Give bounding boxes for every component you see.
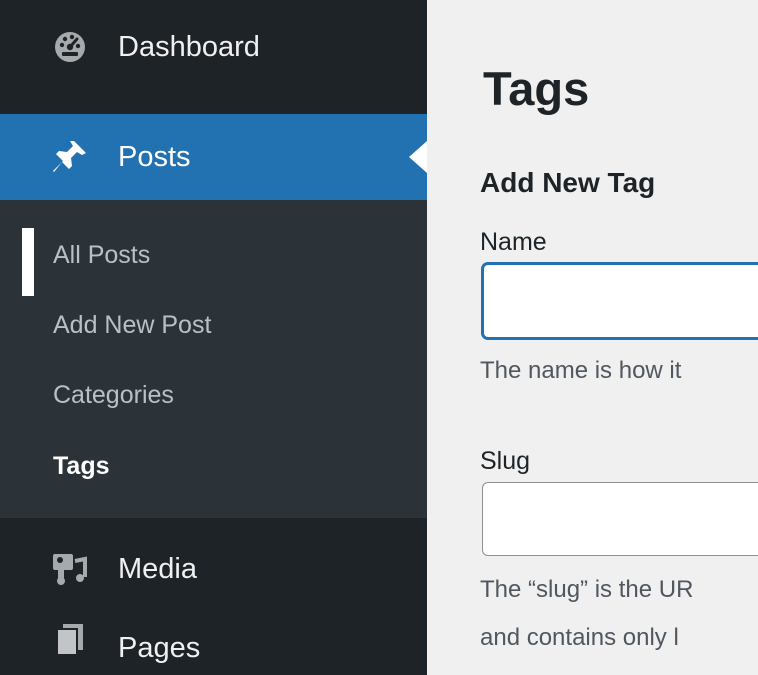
posts-submenu: All Posts Add New Post Categories Tags <box>0 200 427 518</box>
submenu-item-all-posts[interactable]: All Posts <box>53 241 150 270</box>
sidebar-item-label: Dashboard <box>118 30 260 63</box>
name-help-text: The name is how it <box>480 357 682 384</box>
submenu-item-tags[interactable]: Tags <box>53 452 110 481</box>
sidebar-item-posts[interactable]: Posts <box>0 114 427 200</box>
sidebar-item-label: Pages <box>118 632 201 664</box>
pages-icon <box>49 618 91 660</box>
dashboard-gauge-icon <box>49 26 91 68</box>
sidebar-item-label: Media <box>118 552 197 585</box>
current-menu-arrow <box>409 141 427 173</box>
sidebar-item-pages[interactable]: Pages <box>0 610 427 675</box>
tag-name-input[interactable] <box>482 263 758 339</box>
wp-admin-screen: Dashboard Posts All Posts Add New Post C… <box>0 0 758 675</box>
sidebar-item-dashboard[interactable]: Dashboard <box>0 6 427 88</box>
slug-field-label: Slug <box>480 447 531 475</box>
add-new-tag-heading: Add New Tag <box>480 167 656 199</box>
submenu-item-categories[interactable]: Categories <box>53 381 174 410</box>
page-title: Tags <box>483 62 590 116</box>
sidebar-item-media[interactable]: Media <box>0 528 427 610</box>
tags-page-content: Tags Add New Tag Name The name is how it… <box>427 0 758 675</box>
admin-sidebar: Dashboard Posts All Posts Add New Post C… <box>0 0 427 675</box>
slug-help-text-line1: The “slug” is the UR <box>480 576 694 603</box>
sidebar-item-label: Posts <box>118 140 191 173</box>
submenu-item-add-new-post[interactable]: Add New Post <box>53 311 211 340</box>
pushpin-icon <box>49 136 91 178</box>
slug-help-text-line2: and contains only l <box>480 624 679 651</box>
tag-slug-input[interactable] <box>482 482 758 556</box>
current-item-indicator <box>22 228 34 296</box>
name-field-label: Name <box>480 228 547 256</box>
media-icon <box>49 548 91 590</box>
